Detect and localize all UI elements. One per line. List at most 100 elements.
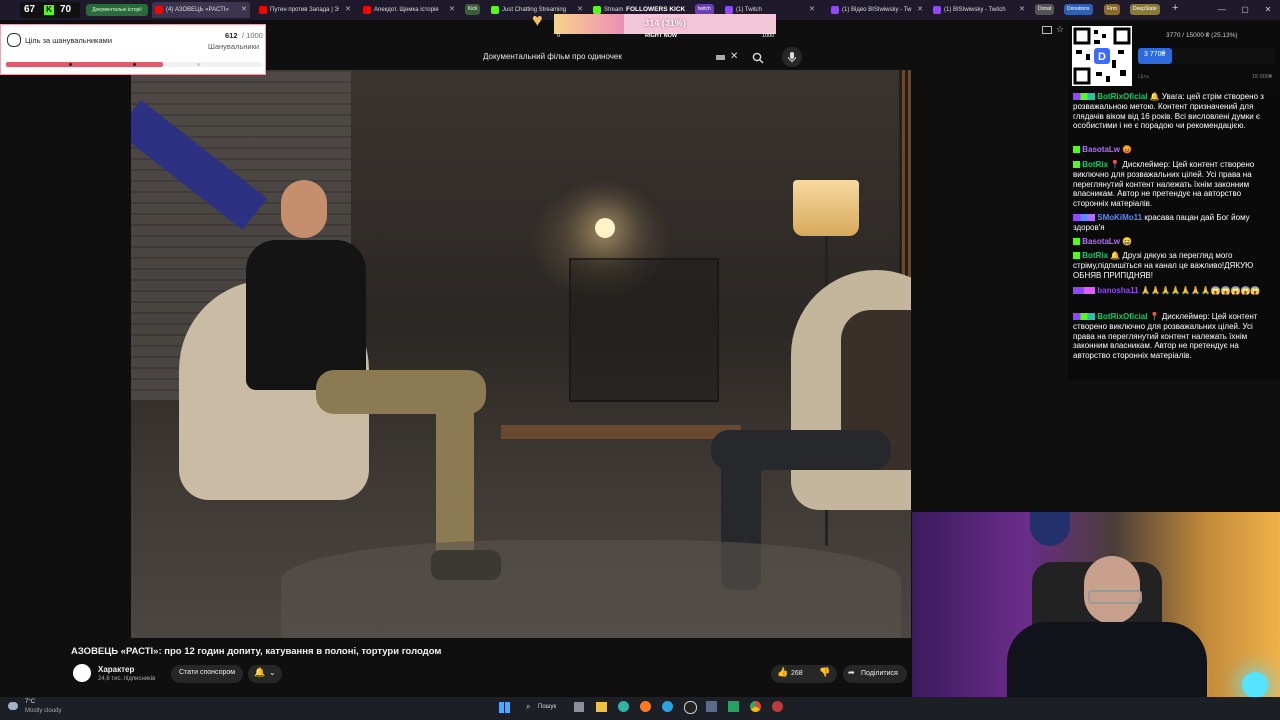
star-icon[interactable]: ☆ bbox=[1056, 24, 1064, 35]
donation-progress-text: 3770 / 15000 ₴ (25.13%) bbox=[1166, 32, 1238, 39]
youtube-favicon-icon bbox=[363, 6, 371, 14]
close-tab-icon[interactable]: ✕ bbox=[345, 2, 351, 18]
chat-username[interactable]: BotRixOficial bbox=[1097, 312, 1147, 321]
tab-1[interactable]: (4) АЗОВЕЦЬ «РАСТІ» ✕ bbox=[152, 2, 250, 18]
minimize-button[interactable]: — bbox=[1212, 3, 1232, 17]
file-explorer-icon[interactable] bbox=[596, 702, 607, 712]
chat-text: 😄 bbox=[1122, 237, 1133, 246]
mic-icon[interactable] bbox=[782, 47, 802, 67]
cast-icon[interactable] bbox=[1042, 26, 1052, 34]
chip-kick[interactable]: Kick bbox=[465, 4, 481, 15]
app-extra-icon[interactable] bbox=[772, 701, 783, 712]
followers-title: FOLLOWERS KICK bbox=[626, 6, 686, 13]
close-tab-icon[interactable]: ✕ bbox=[449, 2, 455, 18]
followers-min: 0 bbox=[557, 33, 561, 39]
close-tab-icon[interactable]: ✕ bbox=[809, 2, 815, 18]
share-label: Поділитися bbox=[861, 670, 898, 677]
search-input[interactable]: Документальний фільм про одиночек bbox=[483, 47, 622, 67]
close-tab-icon[interactable]: ✕ bbox=[1019, 2, 1025, 18]
webcam-overlay bbox=[912, 512, 1280, 720]
subscribed-bell-button[interactable]: 🔔 ⌄ bbox=[248, 665, 282, 683]
chat-username[interactable]: BotRixOficial bbox=[1097, 92, 1147, 101]
chat-message: BasotaLw 😡 bbox=[1073, 145, 1275, 155]
chat-message: BotRixOficial 📍 Дисклеймер: Цей контент … bbox=[1073, 312, 1275, 361]
sheets-icon[interactable] bbox=[728, 701, 739, 712]
keyboard-icon[interactable] bbox=[716, 55, 725, 60]
chat-username[interactable]: BasotaLw bbox=[1082, 145, 1120, 154]
subscriber-count: 24,6 тис. підписників bbox=[98, 676, 156, 682]
firefox-icon[interactable] bbox=[640, 701, 651, 712]
chat-username[interactable]: BotRix bbox=[1082, 160, 1108, 169]
goal-marker-1 bbox=[69, 63, 72, 66]
search-bar[interactable]: Документальний фільм про одиночек ✕ bbox=[478, 47, 743, 67]
chip-donat[interactable]: Donat bbox=[1035, 4, 1055, 15]
obs-icon[interactable] bbox=[684, 701, 697, 714]
weather-icon bbox=[8, 702, 18, 710]
chip-deepstate[interactable]: DeepState bbox=[1130, 4, 1160, 15]
chat-message: BotRix 🔔 Друзі дякую за перегляд мого ст… bbox=[1073, 251, 1275, 280]
chevron-down-icon: ⌄ bbox=[269, 668, 276, 677]
chrome-icon[interactable] bbox=[750, 701, 761, 712]
task-view-icon[interactable] bbox=[574, 702, 584, 712]
close-window-button[interactable]: ✕ bbox=[1258, 3, 1278, 17]
svg-text:D: D bbox=[1098, 51, 1106, 63]
tab-7-title: (1) Відео BISIwiwsky - Tw bbox=[842, 7, 912, 13]
kick-badge-icon bbox=[1073, 146, 1080, 154]
like-button[interactable]: 👍 bbox=[777, 667, 788, 678]
kick-logo-icon: K bbox=[44, 5, 54, 15]
close-tab-icon[interactable]: ✕ bbox=[917, 2, 923, 18]
goal-marker-2 bbox=[133, 63, 136, 66]
close-tab-icon[interactable]: ✕ bbox=[241, 2, 247, 18]
followers-kick-widget: ♥ FOLLOWERS KICK 314 (31%) 0 RIGHT NOW 1… bbox=[532, 6, 776, 42]
sponsor-button[interactable]: Стати спонсором bbox=[171, 665, 243, 683]
taskbar-search-label: Пошук bbox=[538, 704, 557, 710]
share-button[interactable]: ➦ Поділитися bbox=[843, 665, 907, 683]
streamer-glasses bbox=[1088, 590, 1142, 604]
app-icon[interactable] bbox=[706, 701, 717, 712]
dislike-button[interactable]: 👎 bbox=[819, 667, 830, 678]
chat-username[interactable]: SMoKiMo11 bbox=[1097, 213, 1142, 222]
tab-8[interactable]: (1) BISIwiwsky - Twitch ✕ bbox=[930, 2, 1028, 18]
taskbar-search-icon: ⌕ bbox=[526, 702, 531, 711]
goal-progress-track bbox=[6, 62, 262, 67]
new-tab-button[interactable]: + bbox=[1172, 2, 1178, 14]
channel-avatar[interactable] bbox=[73, 664, 91, 682]
clear-search-icon[interactable]: ✕ bbox=[730, 47, 738, 67]
chat-username[interactable]: banosha11 bbox=[1097, 286, 1138, 295]
goal-marker-3 bbox=[197, 63, 200, 66]
tab-7[interactable]: (1) Відео BISIwiwsky - Tw ✕ bbox=[828, 2, 926, 18]
rug bbox=[281, 540, 901, 638]
search-icon[interactable] bbox=[752, 51, 764, 64]
tab-2-title: Путин против Запада | Э bbox=[270, 7, 339, 13]
start-button[interactable] bbox=[499, 702, 510, 713]
tab-3[interactable]: Anекдот. Щемка історія ✕ bbox=[360, 2, 458, 18]
tab-1-title: (4) АЗОВЕЦЬ «РАСТІ» bbox=[166, 7, 229, 13]
donation-current-chip: 3 770₴ bbox=[1144, 51, 1166, 58]
video-player[interactable] bbox=[131, 70, 911, 638]
taskbar-search[interactable]: ⌕ Пошук bbox=[522, 700, 566, 716]
chat-username[interactable]: BotRix bbox=[1082, 251, 1108, 260]
chat-message: SMoKiMo11 красава пацан дай Бог йому здо… bbox=[1073, 213, 1275, 233]
chip-donations[interactable]: Donations bbox=[1064, 4, 1093, 15]
edge-icon[interactable] bbox=[618, 701, 629, 712]
chat-badges-icon bbox=[1073, 214, 1095, 222]
maximize-button[interactable]: ▢ bbox=[1235, 3, 1255, 17]
windows-taskbar: 7°C Mostly cloudy ⌕ Пошук bbox=[0, 697, 1280, 720]
header-toolbar-icons: ☆ bbox=[1040, 24, 1068, 38]
stream-chat: BotRixOficial 🔔 Увага: цей стрім створен… bbox=[1068, 90, 1280, 380]
channel-name[interactable]: Характер bbox=[98, 665, 134, 674]
kick-badge-icon bbox=[1073, 161, 1080, 169]
bell-icon: 🔔 bbox=[254, 667, 266, 677]
chat-username[interactable]: BasotaLw bbox=[1082, 237, 1120, 246]
chip-firm[interactable]: Firm bbox=[1104, 4, 1120, 15]
chat-message: banosha11 🙏🙏🙏🙏🙏🙏🙏😱😱😱😱😱 bbox=[1073, 286, 1275, 296]
bookmark-chip[interactable]: Документальні історії bbox=[86, 4, 148, 16]
weather-temp: 7°C bbox=[25, 699, 36, 705]
youtube-favicon-icon bbox=[259, 6, 267, 14]
tab-2[interactable]: Путин против Запада | Э ✕ bbox=[256, 2, 354, 18]
followers-bar: 314 (31%) bbox=[554, 14, 776, 34]
telegram-icon[interactable] bbox=[662, 701, 673, 712]
goal-subtitle: Шанувальники bbox=[208, 42, 260, 51]
chat-message: BotRixOficial 🔔 Увага: цей стрім створен… bbox=[1073, 92, 1275, 131]
video-title: АЗОВЕЦЬ «РАСТІ»: про 12 годин допиту, ка… bbox=[71, 646, 442, 657]
